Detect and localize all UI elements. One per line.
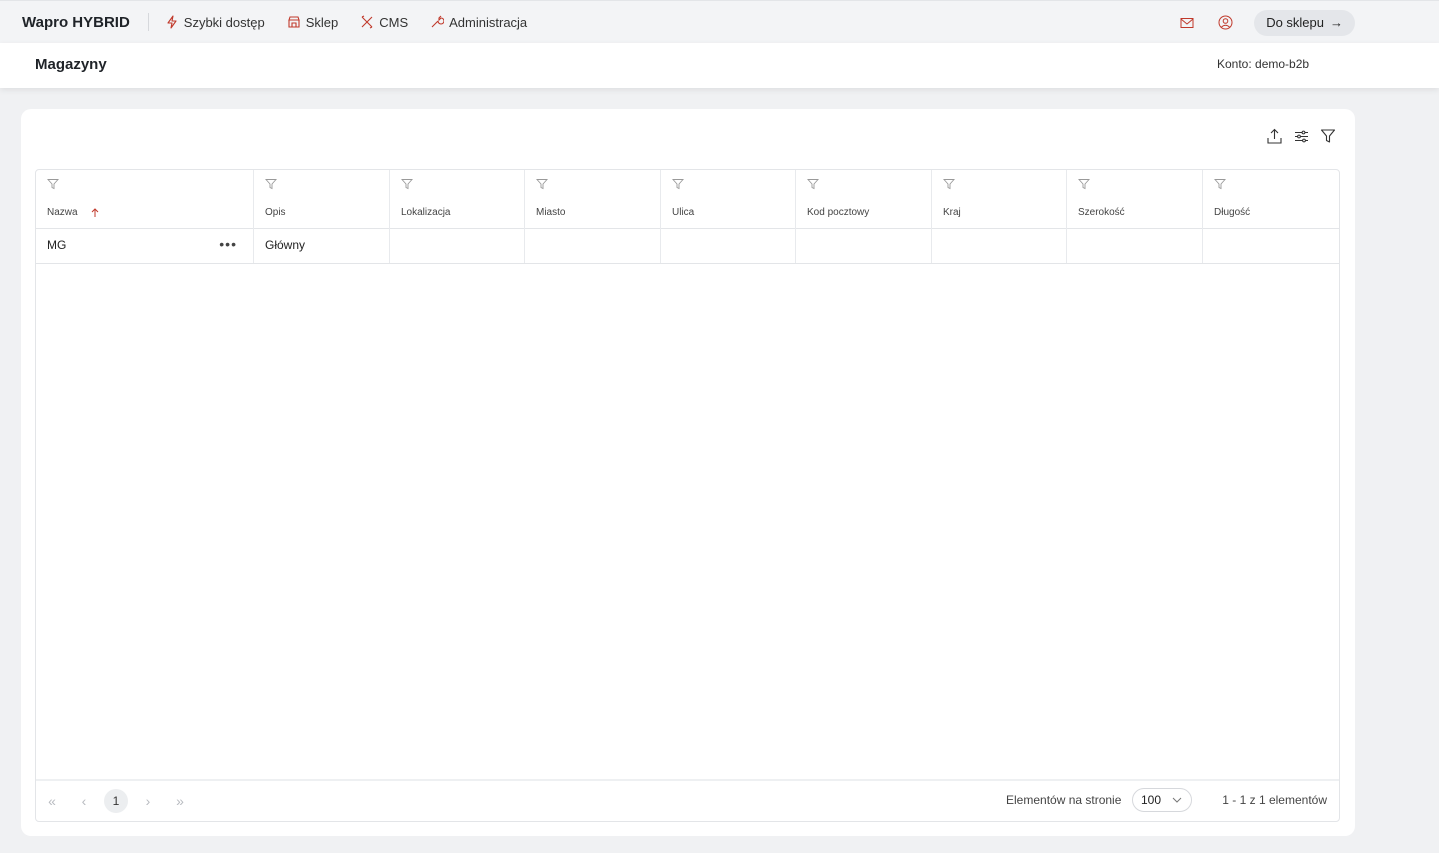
column-filter-icon[interactable]	[943, 178, 955, 190]
page-button-current[interactable]: 1	[104, 789, 128, 813]
nav-store-label: Sklep	[305, 14, 339, 30]
cell-dlugosc[interactable]	[1203, 228, 1339, 263]
nav-administration[interactable]: Administracja	[430, 15, 527, 30]
per-page-value: 100	[1141, 793, 1162, 807]
column-label: Szerokość	[1078, 207, 1125, 218]
column-filter-icon[interactable]	[807, 178, 819, 190]
cell-text: MG	[47, 238, 67, 252]
row-menu-icon[interactable]: •••	[219, 236, 237, 252]
column-filter-icon[interactable]	[1078, 178, 1090, 190]
grid-header: Nazwa Opis Lokalizacja Miasto Ulica Kod …	[36, 170, 1339, 229]
cell-miasto[interactable]	[525, 228, 661, 263]
content-card: Nazwa Opis Lokalizacja Miasto Ulica Kod …	[21, 109, 1355, 836]
go-to-shop-label: Do sklepu	[1266, 15, 1324, 30]
column-header-szerokosc[interactable]: Szerokość	[1067, 170, 1203, 228]
column-header-nazwa[interactable]: Nazwa	[36, 170, 254, 228]
column-label: Długość	[1214, 207, 1251, 218]
column-label: Ulica	[672, 207, 695, 218]
lightning-icon	[167, 15, 177, 29]
prev-page-button[interactable]: ‹	[72, 789, 96, 813]
user-icon[interactable]	[1216, 14, 1234, 32]
column-header-opis[interactable]: Opis	[254, 170, 390, 228]
filter-icon[interactable]	[1319, 127, 1337, 145]
column-label: Miasto	[536, 207, 566, 218]
tools-icon	[361, 15, 373, 29]
column-filter-icon[interactable]	[401, 178, 413, 190]
cell-szerokosc[interactable]	[1067, 228, 1203, 263]
column-label: Kraj	[943, 207, 961, 218]
per-page-label: Elementów na stronie	[1006, 793, 1122, 807]
sort-ascending-icon[interactable]	[90, 207, 100, 218]
column-header-kraj[interactable]: Kraj	[932, 170, 1067, 228]
cell-text: Główny	[265, 238, 306, 252]
chevron-down-icon	[1172, 797, 1182, 803]
cell-opis[interactable]: Główny	[254, 228, 390, 263]
column-header-ulica[interactable]: Ulica	[661, 170, 796, 228]
column-label: Kod pocztowy	[807, 207, 870, 218]
grid-pagination: « ‹ 1 › » Elementów na stronie 100 1 - 1…	[36, 779, 1339, 821]
settings-sliders-icon[interactable]	[1292, 127, 1310, 145]
export-icon[interactable]	[1265, 127, 1283, 145]
top-right-actions: Do sklepu →	[1178, 1, 1355, 44]
column-header-kod-pocztowy[interactable]: Kod pocztowy	[796, 170, 932, 228]
top-navbar: Wapro HYBRID Szybki dostęp Sklep CMS Adm…	[0, 0, 1439, 43]
pagination-range: 1 - 1 z 1 elementów	[1222, 793, 1327, 807]
next-page-button[interactable]: ›	[136, 789, 160, 813]
table-row[interactable]: MG ••• Główny	[36, 228, 1339, 264]
nav-cms-label: CMS	[379, 14, 409, 30]
column-filter-icon[interactable]	[536, 178, 548, 190]
first-page-button[interactable]: «	[40, 789, 64, 813]
column-label: Lokalizacja	[401, 207, 451, 218]
column-filter-icon[interactable]	[47, 178, 59, 190]
store-icon	[287, 16, 300, 28]
per-page-select[interactable]: 100	[1132, 788, 1192, 812]
column-filter-icon[interactable]	[1214, 178, 1226, 190]
column-label: Nazwa	[47, 207, 100, 218]
column-header-miasto[interactable]: Miasto	[525, 170, 661, 228]
wrench-icon	[431, 15, 445, 28]
nav-cms[interactable]: CMS	[360, 15, 408, 30]
page-title: Magazyny	[35, 56, 107, 73]
account-info: Konto: demo-b2b	[1217, 57, 1310, 71]
nav-store[interactable]: Sklep	[287, 14, 339, 30]
column-filter-icon[interactable]	[265, 178, 277, 190]
app-brand[interactable]: Wapro HYBRID	[22, 14, 130, 31]
nav-administration-label: Administracja	[449, 14, 528, 30]
cell-lokalizacja[interactable]	[390, 228, 525, 263]
brand-divider	[147, 13, 149, 31]
column-header-lokalizacja[interactable]: Lokalizacja	[390, 170, 525, 228]
cell-kod-pocztowy[interactable]	[796, 228, 932, 263]
column-header-dlugosc[interactable]: Długość	[1203, 170, 1339, 228]
cell-kraj[interactable]	[932, 228, 1067, 263]
arrow-right-icon: →	[1330, 15, 1343, 30]
nav-quick-access-label: Szybki dostęp	[183, 14, 265, 30]
cell-nazwa[interactable]: MG •••	[36, 228, 254, 263]
grid-toolbar	[1256, 127, 1337, 145]
page-header: Magazyny Konto: demo-b2b	[0, 43, 1439, 88]
cell-ulica[interactable]	[661, 228, 796, 263]
last-page-button[interactable]: »	[168, 789, 192, 813]
column-label: Opis	[265, 207, 286, 218]
mail-icon[interactable]	[1178, 14, 1196, 32]
go-to-shop-button[interactable]: Do sklepu →	[1254, 9, 1355, 36]
column-filter-icon[interactable]	[672, 178, 684, 190]
nav-quick-access[interactable]: Szybki dostęp	[165, 15, 265, 30]
data-grid: Nazwa Opis Lokalizacja Miasto Ulica Kod …	[35, 169, 1340, 822]
